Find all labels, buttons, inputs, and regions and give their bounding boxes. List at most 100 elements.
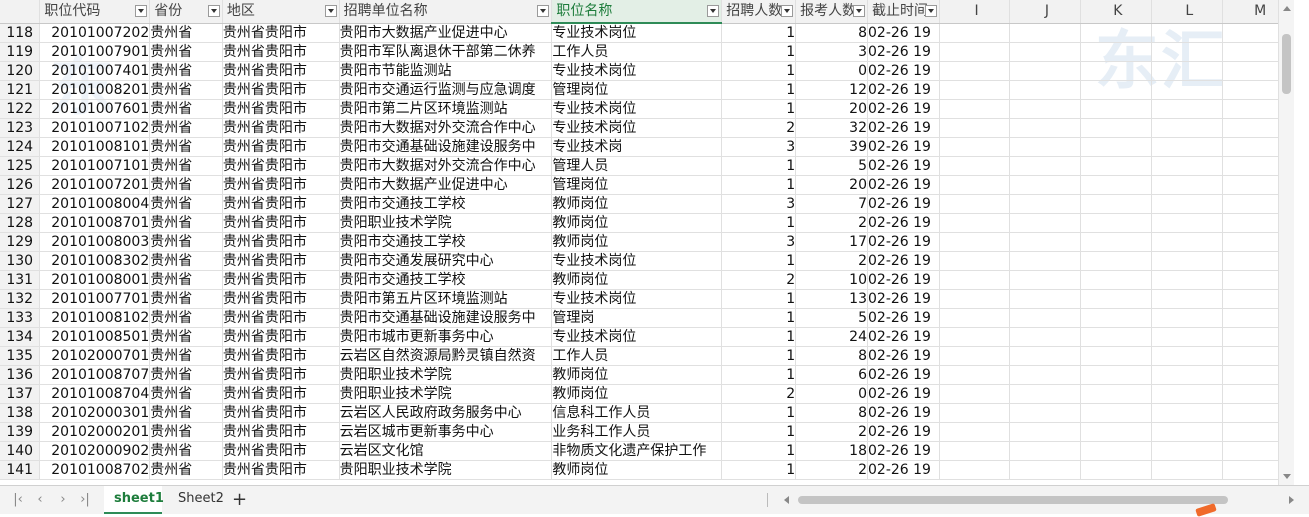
cell-position-code[interactable]: 20101008501 (39, 327, 151, 347)
cell-employer[interactable]: 贵阳市城市更新事务中心 (339, 327, 553, 347)
empty-cell[interactable] (1009, 251, 1081, 271)
cell-hire-count[interactable]: 1 (721, 175, 797, 195)
column-header-j[interactable]: J (1009, 0, 1081, 24)
empty-cell[interactable] (1151, 270, 1224, 290)
empty-cell[interactable] (1151, 23, 1224, 43)
cell-region[interactable]: 贵州省贵阳市 (222, 118, 340, 138)
empty-cell[interactable] (1009, 346, 1081, 366)
cell-employer[interactable]: 贵阳职业技术学院 (339, 384, 553, 404)
cell-employer[interactable]: 贵阳市节能监测站 (339, 61, 553, 81)
cell-region[interactable]: 贵州省贵阳市 (222, 232, 340, 252)
empty-cell[interactable] (1009, 194, 1081, 214)
cell-applicant-count[interactable]: 2 (795, 213, 868, 233)
cell-hire-count[interactable]: 1 (721, 327, 797, 347)
empty-cell[interactable] (1080, 251, 1153, 271)
cell-applicant-count[interactable]: 24 (795, 327, 868, 347)
cell-region[interactable]: 贵州省贵阳市 (222, 327, 340, 347)
cell-hire-count[interactable]: 2 (721, 118, 797, 138)
row-number[interactable]: 139 (0, 422, 41, 442)
empty-cell[interactable] (1080, 194, 1153, 214)
cell-position-code[interactable]: 20101008201 (39, 80, 151, 100)
cell-province[interactable]: 贵州省 (149, 156, 223, 176)
column-header-g[interactable]: 报考人数 (795, 0, 868, 24)
cell-employer[interactable]: 贵阳职业技术学院 (339, 213, 553, 233)
cell-position-code[interactable]: 20101007601 (39, 99, 151, 119)
empty-cell[interactable] (939, 403, 1011, 423)
empty-cell[interactable] (1080, 61, 1153, 81)
cell-deadline[interactable]: 02-26 19 (867, 213, 940, 233)
cell-employer[interactable]: 贵阳市交通发展研究中心 (339, 251, 553, 271)
cell-position-code[interactable]: 20101008101 (39, 137, 151, 157)
cell-employer[interactable]: 贵阳市大数据对外交流合作中心 (339, 156, 553, 176)
empty-cell[interactable] (1080, 99, 1153, 119)
row-number[interactable]: 131 (0, 270, 41, 290)
cell-deadline[interactable]: 02-26 19 (867, 460, 940, 480)
cell-region[interactable]: 贵州省贵阳市 (222, 61, 340, 81)
empty-cell[interactable] (1080, 403, 1153, 423)
cell-hire-count[interactable]: 1 (721, 61, 797, 81)
empty-cell[interactable] (1151, 175, 1224, 195)
cell-applicant-count[interactable]: 20 (795, 99, 868, 119)
empty-cell[interactable] (939, 80, 1011, 100)
cell-province[interactable]: 贵州省 (149, 42, 223, 62)
filter-dropdown-icon[interactable] (924, 5, 937, 17)
cell-deadline[interactable]: 02-26 19 (867, 384, 940, 404)
cell-province[interactable]: 贵州省 (149, 422, 223, 442)
cell-position-code[interactable]: 20101008707 (39, 365, 151, 385)
cell-position-name[interactable]: 管理人员 (551, 156, 723, 176)
empty-cell[interactable] (939, 232, 1011, 252)
cell-applicant-count[interactable]: 39 (795, 137, 868, 157)
cell-applicant-count[interactable]: 0 (795, 384, 868, 404)
cell-deadline[interactable]: 02-26 19 (867, 61, 940, 81)
cell-applicant-count[interactable]: 18 (795, 441, 868, 461)
filter-dropdown-icon[interactable] (781, 5, 794, 17)
empty-cell[interactable] (1151, 118, 1224, 138)
cell-deadline[interactable]: 02-26 19 (867, 251, 940, 271)
cell-position-name[interactable]: 信息科工作人员 (551, 403, 723, 423)
tab-scroll-divider[interactable] (767, 493, 768, 507)
cell-position-name[interactable]: 教师岗位 (551, 384, 723, 404)
row-number[interactable]: 138 (0, 403, 41, 423)
cell-hire-count[interactable]: 2 (721, 270, 797, 290)
empty-cell[interactable] (939, 156, 1011, 176)
cell-deadline[interactable]: 02-26 19 (867, 346, 940, 366)
cell-region[interactable]: 贵州省贵阳市 (222, 194, 340, 214)
spreadsheet-grid-area[interactable]: 东 东汇 职位代码 省份 地区 招聘单位名称 职位名称 招聘人数 报考人数 截止时间 I J K L M… (0, 0, 1294, 485)
tab-sheet2[interactable]: Sheet2 (168, 486, 234, 512)
cell-deadline[interactable]: 02-26 19 (867, 23, 940, 43)
empty-cell[interactable] (1151, 137, 1224, 157)
empty-cell[interactable] (1151, 403, 1224, 423)
row-number[interactable]: 120 (0, 61, 41, 81)
filter-dropdown-icon[interactable] (707, 5, 720, 17)
cell-employer[interactable]: 贵阳市交通技工学校 (339, 270, 553, 290)
cell-employer[interactable]: 云岩区自然资源局黔灵镇自然资 (339, 346, 553, 366)
cell-employer[interactable]: 云岩区人民政府政务服务中心 (339, 403, 553, 423)
cell-province[interactable]: 贵州省 (149, 137, 223, 157)
prev-sheet-icon[interactable]: ‹ (32, 492, 48, 508)
empty-cell[interactable] (939, 23, 1011, 43)
vertical-scrollbar[interactable] (1278, 0, 1294, 485)
empty-cell[interactable] (1151, 327, 1224, 347)
cell-hire-count[interactable]: 3 (721, 194, 797, 214)
row-number[interactable]: 132 (0, 289, 41, 309)
row-number[interactable]: 121 (0, 80, 41, 100)
cell-position-name[interactable]: 非物质文化遗产保护工作 (551, 441, 723, 461)
filter-dropdown-icon[interactable] (207, 5, 220, 17)
empty-cell[interactable] (1151, 194, 1224, 214)
filter-dropdown-icon[interactable] (853, 5, 865, 17)
cell-employer[interactable]: 贵阳市第五片区环境监测站 (339, 289, 553, 309)
cell-province[interactable]: 贵州省 (149, 403, 223, 423)
row-number[interactable]: 135 (0, 346, 41, 366)
cell-applicant-count[interactable]: 8 (795, 23, 868, 43)
filter-dropdown-icon[interactable] (324, 5, 337, 17)
cell-position-code[interactable]: 20101008003 (39, 232, 151, 252)
empty-cell[interactable] (939, 422, 1011, 442)
empty-cell[interactable] (1009, 460, 1081, 480)
empty-cell[interactable] (1151, 460, 1224, 480)
cell-employer[interactable]: 贵阳市第二片区环境监测站 (339, 99, 553, 119)
empty-cell[interactable] (939, 42, 1011, 62)
cell-employer[interactable]: 贵阳职业技术学院 (339, 365, 553, 385)
cell-deadline[interactable]: 02-26 19 (867, 156, 940, 176)
column-header-l[interactable]: L (1151, 0, 1224, 24)
empty-cell[interactable] (1151, 365, 1224, 385)
